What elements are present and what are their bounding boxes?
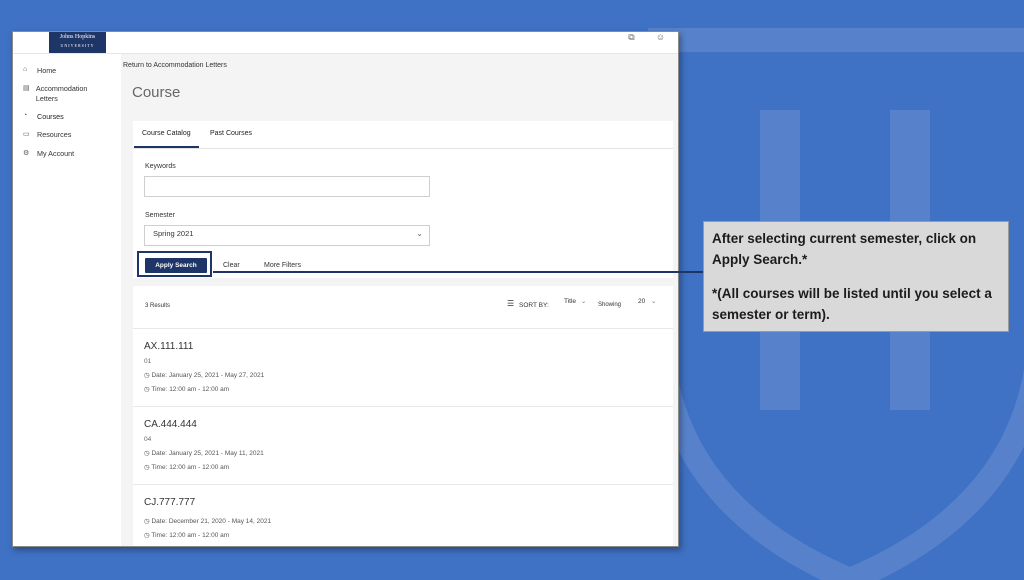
page-title: Course [132, 84, 181, 101]
sort-by-label: SORT BY: [519, 302, 549, 309]
course-code[interactable]: CJ.777.777 [144, 497, 195, 508]
course-section: 01 [144, 358, 152, 365]
instruction-callout: After selecting current semester, click … [703, 221, 1009, 332]
courses-icon: ◔ [23, 112, 28, 119]
app-screenshot: Johns Hopkins UNIVERSITY ⧉ ☺ ⌂ Home ▤ Ac… [12, 31, 679, 547]
tab-past-courses[interactable]: Past Courses [210, 130, 252, 137]
sidebar-item-home[interactable]: ⌂ Home [23, 66, 56, 75]
chevron-down-icon: ⌄ [416, 229, 423, 238]
clear-button[interactable]: Clear [223, 262, 240, 269]
university-logo: Johns Hopkins UNIVERSITY [49, 32, 106, 53]
top-bar: Johns Hopkins UNIVERSITY ⧉ ☺ [13, 32, 678, 54]
sidebar-item-resources[interactable]: ▭ Resources [23, 130, 71, 139]
course-code[interactable]: CA.444.444 [144, 419, 197, 430]
showing-label: Showing [598, 302, 622, 308]
semester-select[interactable]: Spring 2021 ⌄ [144, 225, 430, 246]
sidebar-item-my-account[interactable]: ⚙ My Account [23, 149, 74, 158]
results-panel: 3 Results ☰ SORT BY: Title ⌄ Showing 20 … [133, 286, 673, 546]
search-filters: Keywords Semester Spring 2021 ⌄ Apply Se… [133, 149, 673, 278]
course-date: ◷ Date: January 25, 2021 - May 11, 2021 [144, 450, 264, 457]
chevron-down-icon: ⌄ [651, 298, 657, 305]
user-icon[interactable]: ☺ [655, 33, 666, 42]
course-section: 04 [144, 436, 152, 443]
chevron-down-icon: ⌄ [580, 298, 587, 305]
callout-connector-line [213, 271, 703, 273]
course-time: ◷ Time: 12:00 am - 12:00 am [144, 464, 230, 471]
keywords-input[interactable] [144, 176, 430, 197]
sidebar: ⌂ Home ▤ Accommodation Letters ◔ Courses… [13, 54, 121, 546]
results-count: 3 Results [145, 303, 171, 309]
keywords-label: Keywords [145, 163, 176, 170]
course-date: ◷ Date: January 25, 2021 - May 27, 2021 [144, 372, 265, 379]
tab-course-catalog[interactable]: Course Catalog [134, 130, 199, 148]
showing-select[interactable]: 20 ⌄ [638, 297, 657, 305]
course-code[interactable]: AX.111.111 [144, 341, 193, 352]
sidebar-item-accommodation-letters[interactable]: ▤ Accommodation Letters [23, 84, 103, 104]
sort-icon: ☰ [507, 299, 515, 308]
sidebar-item-courses[interactable]: ◔ Courses [23, 112, 64, 121]
external-link-icon[interactable]: ⧉ [626, 33, 637, 42]
course-date: ◷ Date: December 21, 2020 - May 14, 2021 [144, 518, 272, 525]
apply-search-highlight [137, 251, 212, 277]
course-time: ◷ Time: 12:00 am - 12:00 am [144, 386, 230, 393]
letters-icon: ▤ [23, 85, 30, 92]
resources-icon: ▭ [23, 131, 30, 138]
tab-bar: Course Catalog Past Courses [133, 121, 673, 149]
semester-label: Semester [145, 212, 175, 219]
sort-select[interactable]: Title ⌄ [564, 297, 586, 305]
callout-line-2: *(All courses will be listed until you s… [712, 286, 992, 322]
course-time: ◷ Time: 12:00 am - 12:00 am [144, 532, 230, 539]
breadcrumb[interactable]: Return to Accommodation Letters [123, 62, 227, 69]
account-icon: ⚙ [23, 150, 30, 157]
home-icon: ⌂ [23, 66, 28, 73]
callout-line-1: After selecting current semester, click … [712, 231, 977, 267]
more-filters-button[interactable]: More Filters [264, 262, 301, 269]
